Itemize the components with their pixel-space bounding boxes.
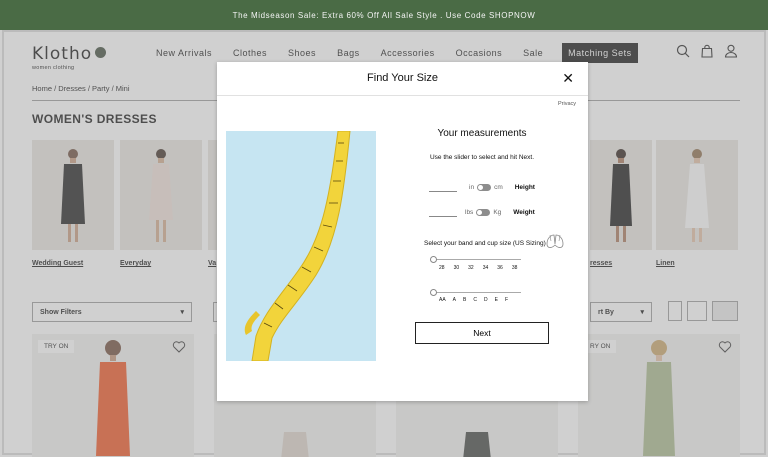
cup-tick: AA <box>439 297 446 303</box>
height-row: in cm Height <box>429 182 535 192</box>
band-tick: 38 <box>511 265 518 271</box>
cup-tick: D <box>483 297 488 303</box>
modal-title: Find Your Size <box>367 72 438 84</box>
cup-tick: C <box>473 297 477 303</box>
privacy-link[interactable]: Privacy <box>558 101 576 107</box>
band-tick: 28 <box>439 265 445 271</box>
band-tick: 30 <box>453 265 460 271</box>
weight-label: Weight <box>513 208 535 216</box>
cup-tick: E <box>494 297 498 303</box>
promo-banner: The Midseason Sale: Extra 60% Off All Sa… <box>0 0 768 30</box>
height-label: Height <box>514 183 535 191</box>
band-tick: 32 <box>468 265 474 271</box>
find-your-size-modal: Find Your Size ✕ Privacy Your measuremen… <box>217 62 588 401</box>
measurements-title: Your measurements <box>437 128 527 139</box>
band-slider-handle[interactable] <box>430 256 437 263</box>
measuring-tape-image <box>226 131 376 361</box>
measuring-tape-icon <box>244 131 351 361</box>
cup-tick: A <box>452 297 457 303</box>
band-size-slider[interactable] <box>430 256 521 263</box>
weight-unit-toggle[interactable] <box>476 208 491 216</box>
cup-slider-handle[interactable] <box>430 289 437 296</box>
band-tick: 34 <box>482 265 489 271</box>
bra-icon <box>546 234 564 248</box>
band-cup-title: Select your band and cup size (US Sizing… <box>424 240 546 247</box>
cup-size-ticks: AA A B C D E F <box>439 297 515 303</box>
weight-row: lbs Kg Weight <box>429 207 535 217</box>
height-unit-toggle[interactable] <box>477 183 492 191</box>
weight-unit-kg: Kg <box>493 208 502 216</box>
cup-tick: F <box>504 297 509 303</box>
close-icon[interactable]: ✕ <box>562 71 574 85</box>
modal-divider <box>217 95 588 96</box>
height-unit-cm: cm <box>494 183 503 191</box>
height-unit-in: in <box>469 183 475 191</box>
next-button[interactable]: Next <box>415 322 549 344</box>
weight-unit-lbs: lbs <box>465 208 474 216</box>
band-tick: 36 <box>497 265 503 271</box>
height-input[interactable] <box>429 182 457 192</box>
cup-tick: B <box>463 297 467 303</box>
cup-size-slider[interactable] <box>430 289 521 296</box>
measurements-instructions: Use the slider to select and hit Next. <box>429 154 535 161</box>
weight-input[interactable] <box>429 207 457 217</box>
band-size-ticks: 28 30 32 34 36 38 <box>439 265 526 271</box>
